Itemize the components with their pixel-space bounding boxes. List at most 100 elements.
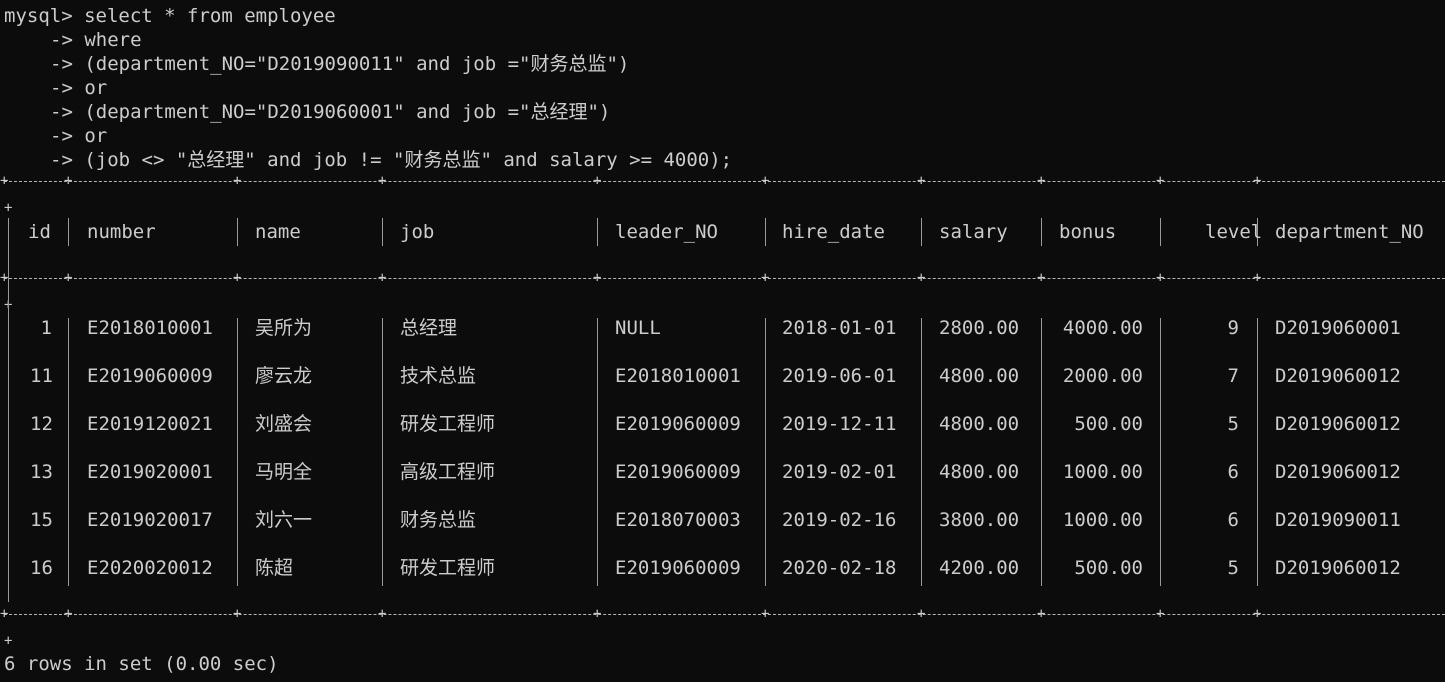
query-line-1: mysql> select * from employee xyxy=(4,4,336,28)
table-cell-id: 15 xyxy=(30,509,53,531)
column-divider xyxy=(765,218,766,246)
table-cell-number: E2019020017 xyxy=(87,509,213,531)
query-text: select * from employee xyxy=(84,5,336,27)
table-cell-id: 16 xyxy=(30,557,53,579)
column-divider xyxy=(382,318,383,586)
table-cell-number: E2019120021 xyxy=(87,413,213,435)
table-cell-leader-no: E2018010001 xyxy=(615,365,741,387)
table-cell-name: 刘盛会 xyxy=(255,413,313,435)
table-border: + + + + + + + + + + xyxy=(0,271,1445,291)
column-header-salary: salary xyxy=(939,221,1008,243)
query-continuation: -> (department_NO="D2019060001" and job … xyxy=(50,101,611,123)
table-cell-job: 高级工程师 xyxy=(400,461,496,483)
table-cell-bonus: 500.00 xyxy=(1074,413,1143,435)
table-cell-hire-date: 2019-06-01 xyxy=(782,365,897,387)
table-cell-salary: 4800.00 xyxy=(939,461,1020,483)
column-divider xyxy=(597,218,598,246)
table-cell-number: E2020020012 xyxy=(87,557,213,579)
table-cell-number: E2019060009 xyxy=(87,365,213,387)
table-cell-job: 技术总监 xyxy=(400,365,477,387)
table-cell-department-no: D2019060001 xyxy=(1275,317,1401,339)
mysql-prompt: mysql> xyxy=(4,5,73,27)
result-summary: 6 rows in set (0.00 sec) xyxy=(4,653,279,675)
column-divider xyxy=(921,218,922,246)
table-cell-bonus: 500.00 xyxy=(1074,557,1143,579)
table-cell-level: 6 xyxy=(1227,461,1239,483)
column-header-level: level xyxy=(1205,221,1263,243)
table-cell-salary: 2800.00 xyxy=(939,317,1020,339)
column-divider xyxy=(382,218,383,246)
table-cell-number: E2019020001 xyxy=(87,461,213,483)
column-divider xyxy=(68,318,69,586)
column-header-department-no: department_NO xyxy=(1275,221,1424,243)
table-cell-department-no: D2019060012 xyxy=(1275,461,1401,483)
column-divider xyxy=(1041,318,1042,586)
column-header-bonus: bonus xyxy=(1059,221,1117,243)
table-cell-name: 刘六一 xyxy=(255,509,313,531)
table-cell-department-no: D2019090011 xyxy=(1275,509,1401,531)
table-cell-level: 6 xyxy=(1227,509,1239,531)
table-cell-job: 研发工程师 xyxy=(400,413,496,435)
table-cell-salary: 4800.00 xyxy=(939,365,1020,387)
table-cell-hire-date: 2020-02-18 xyxy=(782,557,897,579)
column-divider xyxy=(765,318,766,586)
column-divider xyxy=(68,218,69,246)
table-cell-job: 财务总监 xyxy=(400,509,477,531)
table-cell-name: 廖云龙 xyxy=(255,365,313,387)
table-cell-department-no: D2019060012 xyxy=(1275,365,1401,387)
table-cell-level: 5 xyxy=(1227,557,1239,579)
table-cell-level: 5 xyxy=(1227,413,1239,435)
column-divider xyxy=(237,318,238,586)
column-divider xyxy=(1160,218,1161,246)
table-border: + + + + + + + + + + xyxy=(0,174,1445,194)
table-cell-department-no: D2019060012 xyxy=(1275,413,1401,435)
table-cell-level: 7 xyxy=(1227,365,1239,387)
table-cell-leader-no: E2019060009 xyxy=(615,557,741,579)
table-cell-leader-no: E2018070003 xyxy=(615,509,741,531)
table-cell-job: 总经理 xyxy=(400,317,458,339)
query-continuation: -> or xyxy=(50,77,108,99)
table-cell-salary: 4200.00 xyxy=(939,557,1020,579)
table-cell-name: 吴所为 xyxy=(255,317,313,339)
terminal-window[interactable]: mysql> select * from employee -> where -… xyxy=(0,0,1445,682)
column-divider xyxy=(1160,318,1161,586)
table-cell-leader-no: NULL xyxy=(615,317,661,339)
query-continuation: -> or xyxy=(50,125,108,147)
column-divider xyxy=(1257,318,1258,586)
table-cell-id: 1 xyxy=(40,317,52,339)
table-border-wrap: + xyxy=(4,200,13,216)
column-divider xyxy=(921,318,922,586)
column-header-hire-date: hire_date xyxy=(782,221,885,243)
table-cell-id: 13 xyxy=(30,461,53,483)
table-cell-hire-date: 2019-02-01 xyxy=(782,461,897,483)
table-cell-salary: 4800.00 xyxy=(939,413,1020,435)
table-cell-hire-date: 2018-01-01 xyxy=(782,317,897,339)
column-header-leader-no: leader_NO xyxy=(615,221,718,243)
table-cell-leader-no: E2019060009 xyxy=(615,461,741,483)
table-cell-bonus: 1000.00 xyxy=(1062,461,1143,483)
query-continuation: -> (department_NO="D2019090011" and job … xyxy=(50,53,630,75)
column-divider xyxy=(1041,218,1042,246)
column-header-id: id xyxy=(28,221,51,243)
column-divider xyxy=(597,318,598,586)
table-cell-bonus: 2000.00 xyxy=(1062,365,1143,387)
table-cell-job: 研发工程师 xyxy=(400,557,496,579)
table-cell-name: 陈超 xyxy=(255,557,294,579)
table-cell-level: 9 xyxy=(1227,317,1239,339)
table-cell-id: 11 xyxy=(30,365,53,387)
table-cell-bonus: 4000.00 xyxy=(1062,317,1143,339)
table-cell-department-no: D2019060012 xyxy=(1275,557,1401,579)
table-left-border xyxy=(8,218,9,602)
query-continuation: -> (job <> "总经理" and job != "财务总监" and s… xyxy=(50,149,733,171)
table-cell-name: 马明全 xyxy=(255,461,313,483)
table-border-wrap: + xyxy=(4,633,13,649)
column-divider xyxy=(237,218,238,246)
query-continuation: -> where xyxy=(50,29,142,51)
column-header-number: number xyxy=(87,221,156,243)
table-cell-id: 12 xyxy=(30,413,53,435)
column-header-job: job xyxy=(400,221,435,243)
table-cell-number: E2018010001 xyxy=(87,317,213,339)
table-cell-bonus: 1000.00 xyxy=(1062,509,1143,531)
table-cell-hire-date: 2019-02-16 xyxy=(782,509,897,531)
table-cell-leader-no: E2019060009 xyxy=(615,413,741,435)
